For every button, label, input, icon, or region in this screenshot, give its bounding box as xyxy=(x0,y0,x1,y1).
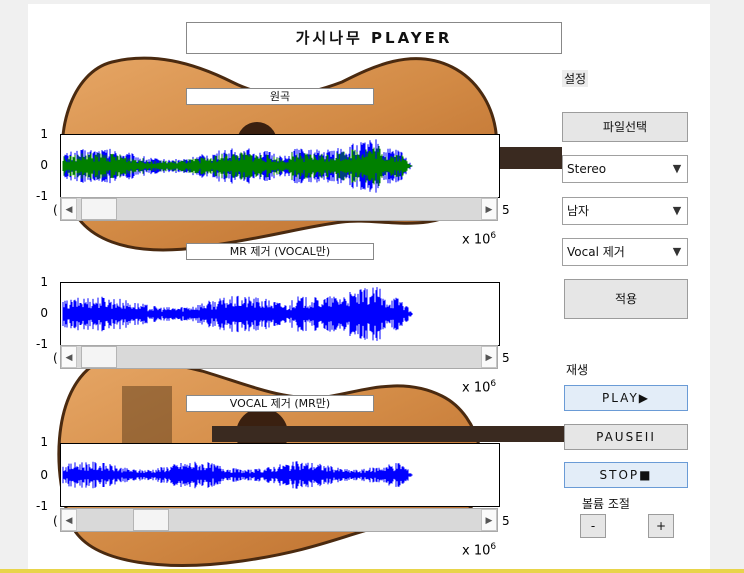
ytick-top: 1 xyxy=(40,275,48,289)
x-exponent-label: x 106 xyxy=(462,379,497,396)
scrollbar-mr[interactable]: ◀ ▶ xyxy=(60,508,498,532)
waveform-trace xyxy=(62,287,413,341)
ytick-top: 1 xyxy=(40,127,48,141)
scrollbar-original[interactable]: ◀ ▶ xyxy=(60,197,498,221)
x-tick-end: 5 xyxy=(502,514,510,528)
playback-section-label: 재생 xyxy=(566,363,589,377)
triangle-right-icon[interactable]: ▶ xyxy=(481,198,497,220)
chevron-down-icon: ▼ xyxy=(672,245,682,258)
ytick-bottom: -1 xyxy=(36,337,48,351)
settings-section-label: 설정 xyxy=(562,70,589,87)
x-exponent-label: x 106 xyxy=(462,231,497,248)
triangle-left-icon[interactable]: ◀ xyxy=(61,509,77,531)
triangle-right-icon[interactable]: ▶ xyxy=(481,509,497,531)
panel-mr-label: VOCAL 제거 (MR만) xyxy=(186,395,374,412)
ytick-zero: 0 xyxy=(40,468,48,482)
channel-select-value: Stereo xyxy=(567,162,607,176)
waveform-trace xyxy=(62,461,413,489)
waveform-plot-vocal xyxy=(60,282,500,346)
apply-button[interactable]: 적용 xyxy=(564,279,688,319)
triangle-left-icon[interactable]: ◀ xyxy=(61,198,77,220)
chevron-down-icon: ▼ xyxy=(672,204,682,217)
app-title: 가시나무 PLAYER xyxy=(186,22,562,54)
panel-vocal-label: MR 제거 (VOCAL만) xyxy=(186,243,374,260)
triangle-left-icon[interactable]: ◀ xyxy=(61,346,77,368)
waveform-plot-original xyxy=(60,134,500,198)
ytick-bottom: -1 xyxy=(36,499,48,513)
mode-select-value: Vocal 제거 xyxy=(567,245,625,259)
x-tick-start: ( xyxy=(53,351,58,365)
ytick-zero: 0 xyxy=(40,306,48,320)
x-tick-start: ( xyxy=(53,203,58,217)
scroll-thumb[interactable] xyxy=(81,198,117,220)
ytick-zero: 0 xyxy=(40,158,48,172)
ytick-bottom: -1 xyxy=(36,189,48,203)
x-exponent-label: x 106 xyxy=(462,542,497,559)
chevron-down-icon: ▼ xyxy=(672,162,682,175)
x-tick-end: 5 xyxy=(502,203,510,217)
triangle-right-icon[interactable]: ▶ xyxy=(481,346,497,368)
stop-button[interactable]: STOP■ xyxy=(564,462,688,488)
x-tick-start: ( xyxy=(53,514,58,528)
pause-button[interactable]: PAUSEII xyxy=(564,424,688,450)
mode-select[interactable]: Vocal 제거 ▼ xyxy=(562,238,688,266)
panel-original-label: 원곡 xyxy=(186,88,374,105)
volume-up-button[interactable]: + xyxy=(648,514,674,538)
scroll-thumb[interactable] xyxy=(133,509,169,531)
file-select-button[interactable]: 파일선택 xyxy=(562,112,688,142)
ytick-top: 1 xyxy=(40,435,48,449)
gender-select-value: 남자 xyxy=(567,204,590,218)
play-button[interactable]: PLAY▶ xyxy=(564,385,688,411)
x-tick-end: 5 xyxy=(502,351,510,365)
scrollbar-vocal[interactable]: ◀ ▶ xyxy=(60,345,498,369)
volume-label: 볼륨 조절 xyxy=(582,497,630,511)
channel-select[interactable]: Stereo ▼ xyxy=(562,155,688,183)
volume-down-button[interactable]: - xyxy=(580,514,606,538)
gender-select[interactable]: 남자 ▼ xyxy=(562,197,688,225)
scroll-thumb[interactable] xyxy=(81,346,117,368)
waveform-plot-mr xyxy=(60,443,500,507)
